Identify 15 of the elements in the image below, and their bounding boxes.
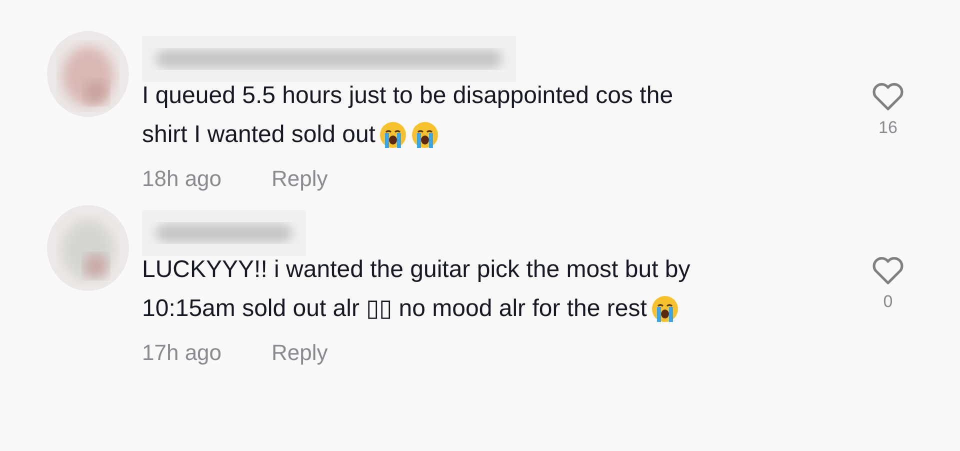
comment-text: shirt I wanted sold out xyxy=(142,120,376,148)
comment-text: 10:15am sold out alr ▯▯ no mood alr for the rest xyxy=(142,294,647,323)
comment-text: I queued 5.5 hours just to be disappointed cos the xyxy=(142,82,674,110)
comment-text: LUCKYYY!! i wanted the guitar pick the most but by xyxy=(142,256,690,284)
reply-link[interactable]: Reply xyxy=(272,340,328,366)
crying-face-icon xyxy=(379,120,408,148)
like-count: 16 xyxy=(878,118,898,138)
heart-icon[interactable] xyxy=(871,256,905,286)
crying-face-icon xyxy=(411,120,440,148)
like-count: 0 xyxy=(883,292,893,312)
comment-time: 18h ago xyxy=(142,166,222,192)
heart-icon[interactable] xyxy=(871,82,905,112)
comment-time: 17h ago xyxy=(142,340,222,366)
crying-face-icon xyxy=(650,294,679,322)
reply-link[interactable]: Reply xyxy=(272,166,328,192)
